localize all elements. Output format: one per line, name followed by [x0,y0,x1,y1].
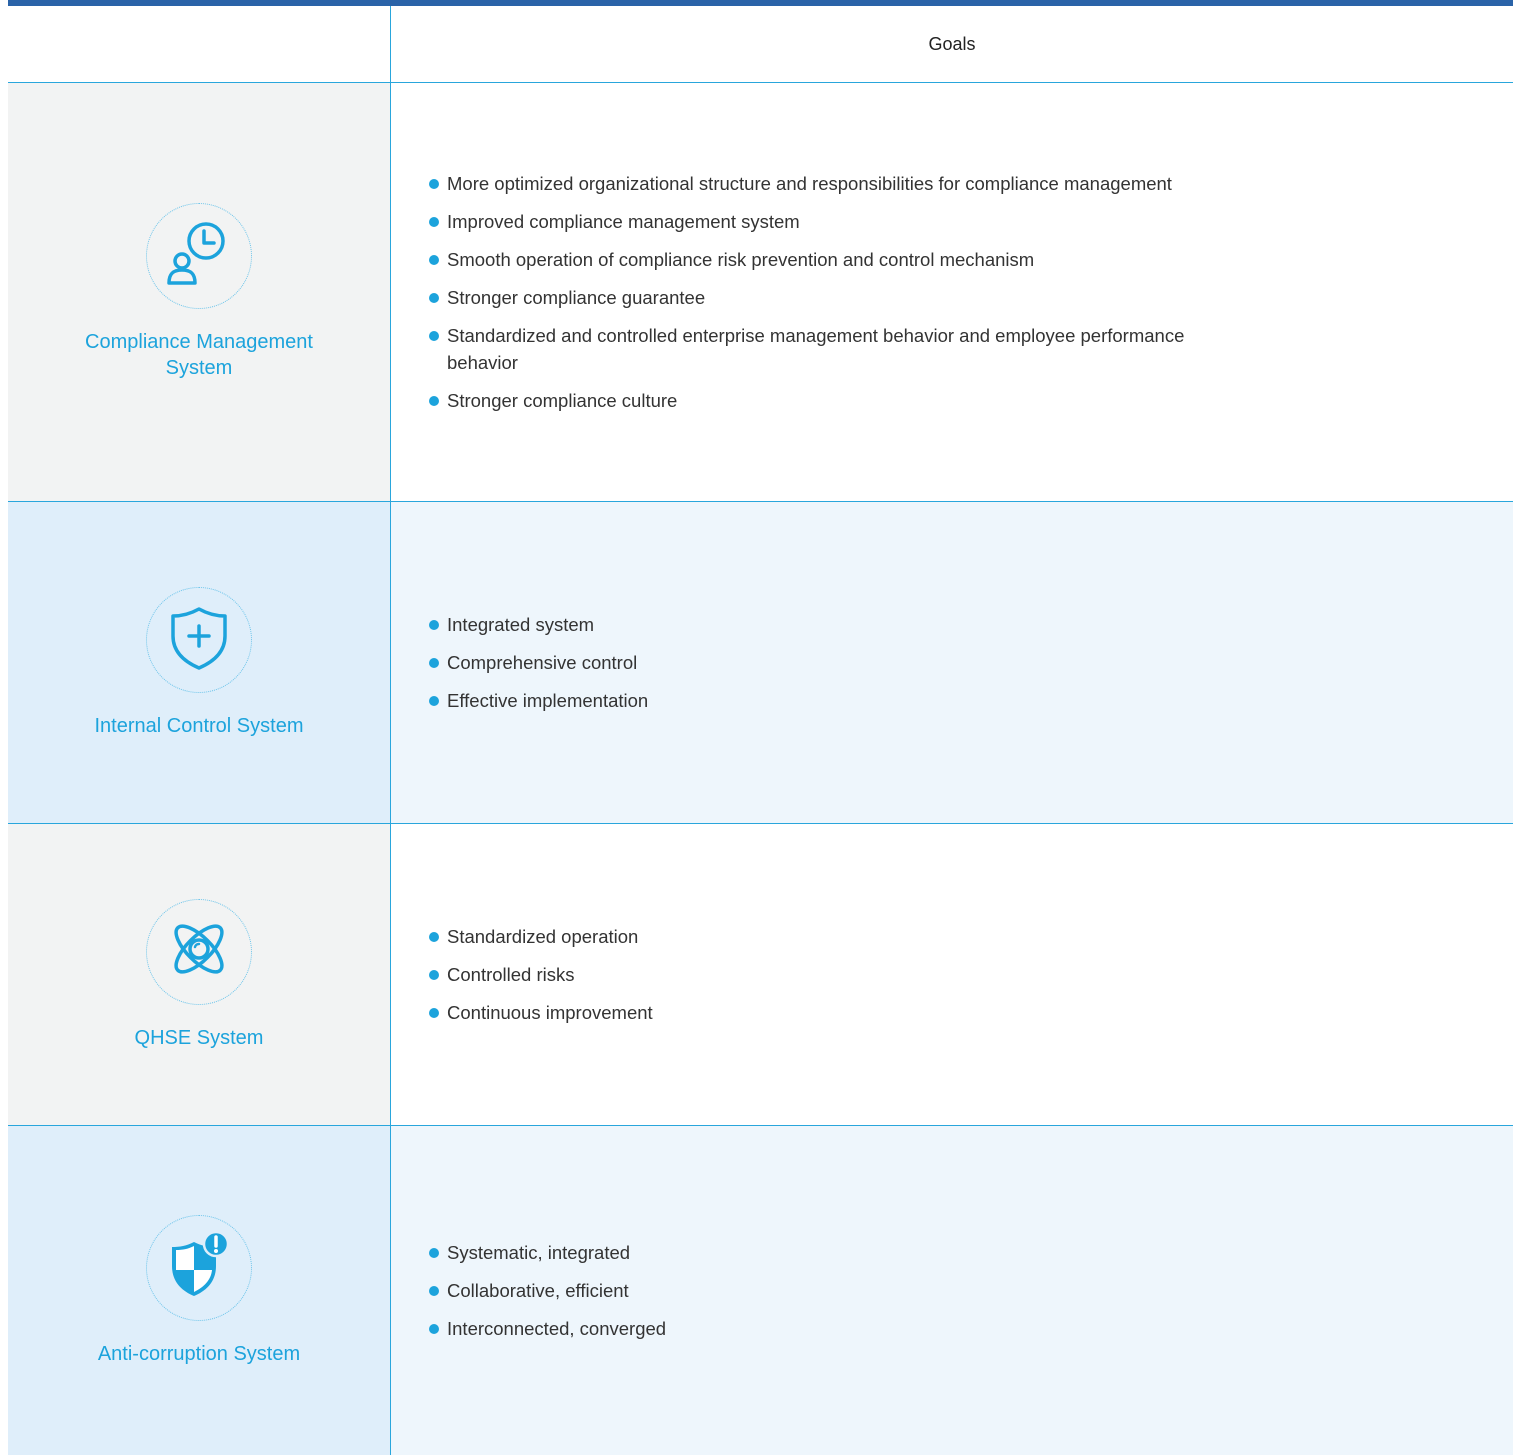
bullet-dot-icon [429,255,439,265]
goal-text: Standardized operation [447,926,639,947]
icon-circle [146,586,252,693]
bullet-dot-icon [429,331,439,341]
list-item: Standardized and controlled enterprise m… [429,322,1249,376]
category-label: Internal Control System [94,714,304,737]
goals-cell: Systematic, integrated Collaborative, ef… [391,1126,1513,1455]
list-item: Improved compliance management system [429,208,1249,235]
bullet-dot-icon [429,1248,439,1258]
goal-text: Improved compliance management system [447,211,800,232]
bullet-dot-icon [429,696,439,706]
category-cell: QHSE System [8,824,391,1125]
bullet-dot-icon [429,217,439,227]
list-item: Controlled risks [429,961,1249,988]
bullet-dot-icon [429,1008,439,1018]
list-item: Integrated system [429,611,1249,638]
list-item: Systematic, integrated [429,1239,1249,1266]
category-cell: Compliance Management System [8,83,391,501]
bullet-dot-icon [429,179,439,189]
bullet-dot-icon [429,1324,439,1334]
category-label: QHSE System [134,1026,264,1049]
bullet-dot-icon [429,396,439,406]
list-item: More optimized organizational structure … [429,170,1249,197]
shield-plus-icon [164,602,234,677]
goal-text: More optimized organizational structure … [447,173,1172,194]
list-item: Collaborative, efficient [429,1277,1249,1304]
bullet-dot-icon [429,658,439,668]
icon-circle [146,1214,252,1321]
page: Goals Compliance Management System More … [0,0,1513,1455]
goal-text: Comprehensive control [447,652,638,673]
category-cell: Internal Control System [8,502,391,823]
category-label: Anti-corruption System [97,1342,301,1365]
goals-list: Integrated system Comprehensive control … [429,611,1249,714]
list-item: Effective implementation [429,687,1249,714]
goal-text: Systematic, integrated [447,1242,631,1263]
table-row: QHSE System Standardized operation Contr… [8,824,1513,1126]
list-item: Continuous improvement [429,999,1249,1026]
goal-text: Standardized and controlled enterprise m… [447,325,1185,373]
atom-icon [164,914,234,989]
icon-circle [146,898,252,1005]
list-item: Stronger compliance culture [429,387,1249,414]
list-item: Interconnected, converged [429,1315,1249,1342]
table-header-row: Goals [8,6,1513,83]
icon-circle [146,203,252,309]
goal-text: Stronger compliance culture [447,390,678,411]
goals-header: Goals [928,33,976,54]
goals-cell: More optimized organizational structure … [391,83,1513,501]
bullet-dot-icon [429,1286,439,1296]
bullet-dot-icon [429,932,439,942]
person-clock-icon [164,219,234,294]
list-item: Smooth operation of compliance risk prev… [429,246,1249,273]
table-row: Compliance Management System More optimi… [8,83,1513,502]
header-empty-cell [8,6,391,82]
goals-list: Systematic, integrated Collaborative, ef… [429,1239,1249,1342]
bullet-dot-icon [429,620,439,630]
goals-list: Standardized operation Controlled risks … [429,923,1249,1026]
goal-text: Stronger compliance guarantee [447,287,706,308]
category-cell: Anti-corruption System [8,1126,391,1455]
bullet-dot-icon [429,970,439,980]
goal-text: Collaborative, efficient [447,1280,629,1301]
goals-cell: Integrated system Comprehensive control … [391,502,1513,823]
goals-cell: Standardized operation Controlled risks … [391,824,1513,1125]
table-row: Anti-corruption System Systematic, integ… [8,1126,1513,1455]
goals-table: Goals Compliance Management System More … [8,6,1513,1455]
goal-text: Effective implementation [447,690,649,711]
goal-text: Integrated system [447,614,595,635]
goal-text: Smooth operation of compliance risk prev… [447,249,1035,270]
goal-text: Interconnected, converged [447,1318,667,1339]
shield-alert-icon [164,1230,234,1305]
goal-text: Continuous improvement [447,1002,653,1023]
table-row: Internal Control System Integrated syste… [8,502,1513,824]
goals-list: More optimized organizational structure … [429,170,1249,414]
bullet-dot-icon [429,293,439,303]
list-item: Comprehensive control [429,649,1249,676]
goal-text: Controlled risks [447,964,575,985]
list-item: Stronger compliance guarantee [429,284,1249,311]
list-item: Standardized operation [429,923,1249,950]
category-label: Compliance Management System [85,331,313,379]
